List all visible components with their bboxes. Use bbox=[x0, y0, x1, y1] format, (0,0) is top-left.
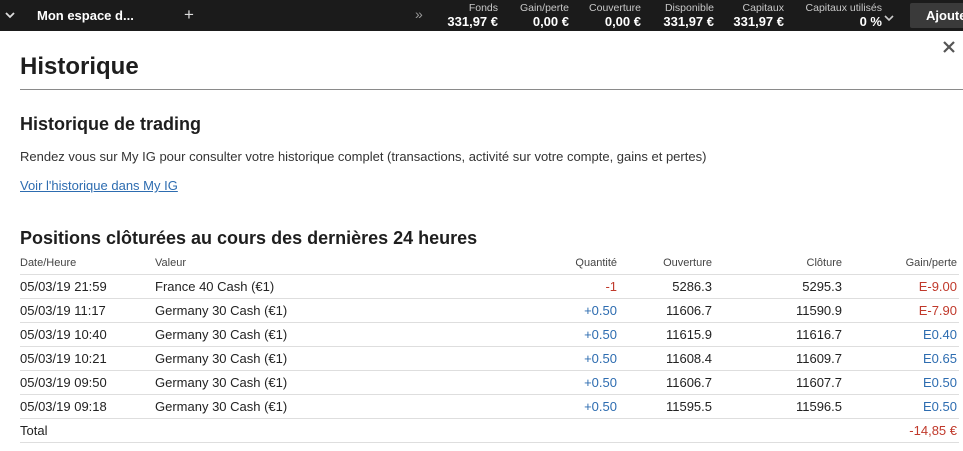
cell-date: 05/03/19 10:21 bbox=[20, 351, 107, 366]
cell-date: 05/03/19 11:17 bbox=[20, 303, 106, 318]
cell-gain: E0.50 bbox=[923, 375, 957, 390]
cell-quantity: +0.50 bbox=[584, 303, 617, 318]
add-button[interactable]: Ajouter bbox=[910, 3, 963, 28]
cell-close: 11607.7 bbox=[795, 375, 842, 390]
table-row[interactable]: 05/03/19 11:17 Germany 30 Cash (€1) +0.5… bbox=[20, 299, 959, 323]
total-label: Total bbox=[20, 423, 48, 438]
stat-label: Fonds bbox=[468, 2, 498, 14]
cell-close: 11596.5 bbox=[795, 399, 842, 414]
stat-gain-perte: Gain/perte 0,00 € bbox=[520, 2, 569, 30]
stat-label: Gain/perte bbox=[519, 2, 569, 14]
cell-value: Germany 30 Cash (€1) bbox=[155, 303, 288, 318]
cell-value: Germany 30 Cash (€1) bbox=[155, 399, 288, 414]
cell-quantity: -1 bbox=[605, 279, 617, 294]
cell-gain: E0.40 bbox=[923, 327, 957, 342]
cell-date: 05/03/19 21:59 bbox=[20, 279, 107, 294]
chevron-down-icon[interactable] bbox=[3, 7, 17, 23]
trading-history-description: Rendez vous sur My IG pour consulter vot… bbox=[20, 149, 707, 164]
stat-capitaux-utilises: Capitaux utilisés 0 % bbox=[806, 2, 882, 30]
column-header-gain[interactable]: Gain/perte bbox=[906, 257, 957, 269]
cell-gain: E-7.90 bbox=[918, 303, 957, 318]
table-row[interactable]: 05/03/19 09:18 Germany 30 Cash (€1) +0.5… bbox=[20, 395, 959, 419]
stat-label: Couverture bbox=[589, 2, 641, 14]
stat-value: 331,97 € bbox=[733, 14, 784, 29]
divider bbox=[20, 89, 963, 90]
table-row[interactable]: 05/03/19 09:50 Germany 30 Cash (€1) +0.5… bbox=[20, 371, 959, 395]
stat-label: Disponible bbox=[664, 2, 714, 14]
cell-gain: E0.65 bbox=[923, 351, 957, 366]
total-value: -14,85 € bbox=[909, 423, 957, 438]
table-header: Date/Heure Valeur Quantité Ouverture Clô… bbox=[20, 254, 959, 274]
cell-open: 11606.7 bbox=[665, 375, 712, 390]
cell-open: 11608.4 bbox=[665, 351, 712, 366]
stat-value: 0,00 € bbox=[604, 14, 641, 29]
stat-capitaux: Capitaux 331,97 € bbox=[733, 2, 784, 30]
cell-close: 11609.7 bbox=[795, 351, 842, 366]
cell-quantity: +0.50 bbox=[584, 351, 617, 366]
add-tab-icon[interactable]: + bbox=[184, 5, 194, 25]
cell-value: Germany 30 Cash (€1) bbox=[155, 327, 288, 342]
stat-disponible: Disponible 331,97 € bbox=[663, 2, 714, 30]
column-header-value[interactable]: Valeur bbox=[155, 257, 186, 269]
column-header-open[interactable]: Ouverture bbox=[663, 257, 712, 269]
trading-history-heading: Historique de trading bbox=[20, 114, 202, 134]
cell-date: 05/03/19 09:50 bbox=[20, 375, 107, 390]
cell-value: Germany 30 Cash (€1) bbox=[155, 351, 288, 366]
chevron-down-icon[interactable] bbox=[884, 14, 894, 22]
cell-quantity: +0.50 bbox=[584, 327, 617, 342]
cell-close: 11616.7 bbox=[795, 327, 842, 342]
stat-value: 331,97 € bbox=[447, 14, 498, 29]
cell-open: 11595.5 bbox=[665, 399, 712, 414]
cell-gain: E-9.00 bbox=[918, 279, 957, 294]
stat-label: Capitaux utilisés bbox=[805, 2, 882, 14]
stat-fonds: Fonds 331,97 € bbox=[447, 2, 498, 30]
cell-close: 11590.9 bbox=[795, 303, 842, 318]
table-total-row: Total -14,85 € bbox=[20, 419, 959, 443]
cell-open: 11615.9 bbox=[665, 327, 712, 342]
stat-value: 0,00 € bbox=[532, 14, 569, 29]
close-icon[interactable] bbox=[941, 39, 957, 55]
stat-label: Capitaux bbox=[742, 2, 784, 14]
cell-value: France 40 Cash (€1) bbox=[155, 279, 275, 294]
cell-close: 5295.3 bbox=[802, 279, 842, 294]
table-row[interactable]: 05/03/19 10:21 Germany 30 Cash (€1) +0.5… bbox=[20, 347, 959, 371]
column-header-quantity[interactable]: Quantité bbox=[575, 257, 617, 269]
top-bar: Mon espace d... + » Fonds 331,97 € Gain/… bbox=[0, 0, 963, 31]
stat-couverture: Couverture 0,00 € bbox=[589, 2, 641, 30]
table-row[interactable]: 05/03/19 21:59 France 40 Cash (€1) -1 52… bbox=[20, 274, 959, 299]
cell-open: 11606.7 bbox=[665, 303, 712, 318]
stat-value: 0 % bbox=[859, 14, 882, 29]
closed-positions-table: Date/Heure Valeur Quantité Ouverture Clô… bbox=[20, 254, 959, 443]
workspace-tab[interactable]: Mon espace d... bbox=[37, 8, 134, 23]
table-row[interactable]: 05/03/19 10:40 Germany 30 Cash (€1) +0.5… bbox=[20, 323, 959, 347]
closed-positions-heading: Positions clôturées au cours des dernièr… bbox=[20, 228, 478, 248]
more-chevron-icon[interactable]: » bbox=[415, 6, 423, 22]
cell-gain: E0.50 bbox=[923, 399, 957, 414]
cell-value: Germany 30 Cash (€1) bbox=[155, 375, 288, 390]
cell-date: 05/03/19 09:18 bbox=[20, 399, 107, 414]
column-header-close[interactable]: Clôture bbox=[807, 257, 842, 269]
cell-date: 05/03/19 10:40 bbox=[20, 327, 107, 342]
page-title: Historique bbox=[20, 53, 139, 80]
cell-quantity: +0.50 bbox=[584, 375, 617, 390]
stat-value: 331,97 € bbox=[663, 14, 714, 29]
view-history-link[interactable]: Voir l'historique dans My IG bbox=[20, 178, 178, 193]
column-header-date[interactable]: Date/Heure bbox=[20, 257, 76, 269]
cell-open: 5286.3 bbox=[672, 279, 712, 294]
cell-quantity: +0.50 bbox=[584, 399, 617, 414]
